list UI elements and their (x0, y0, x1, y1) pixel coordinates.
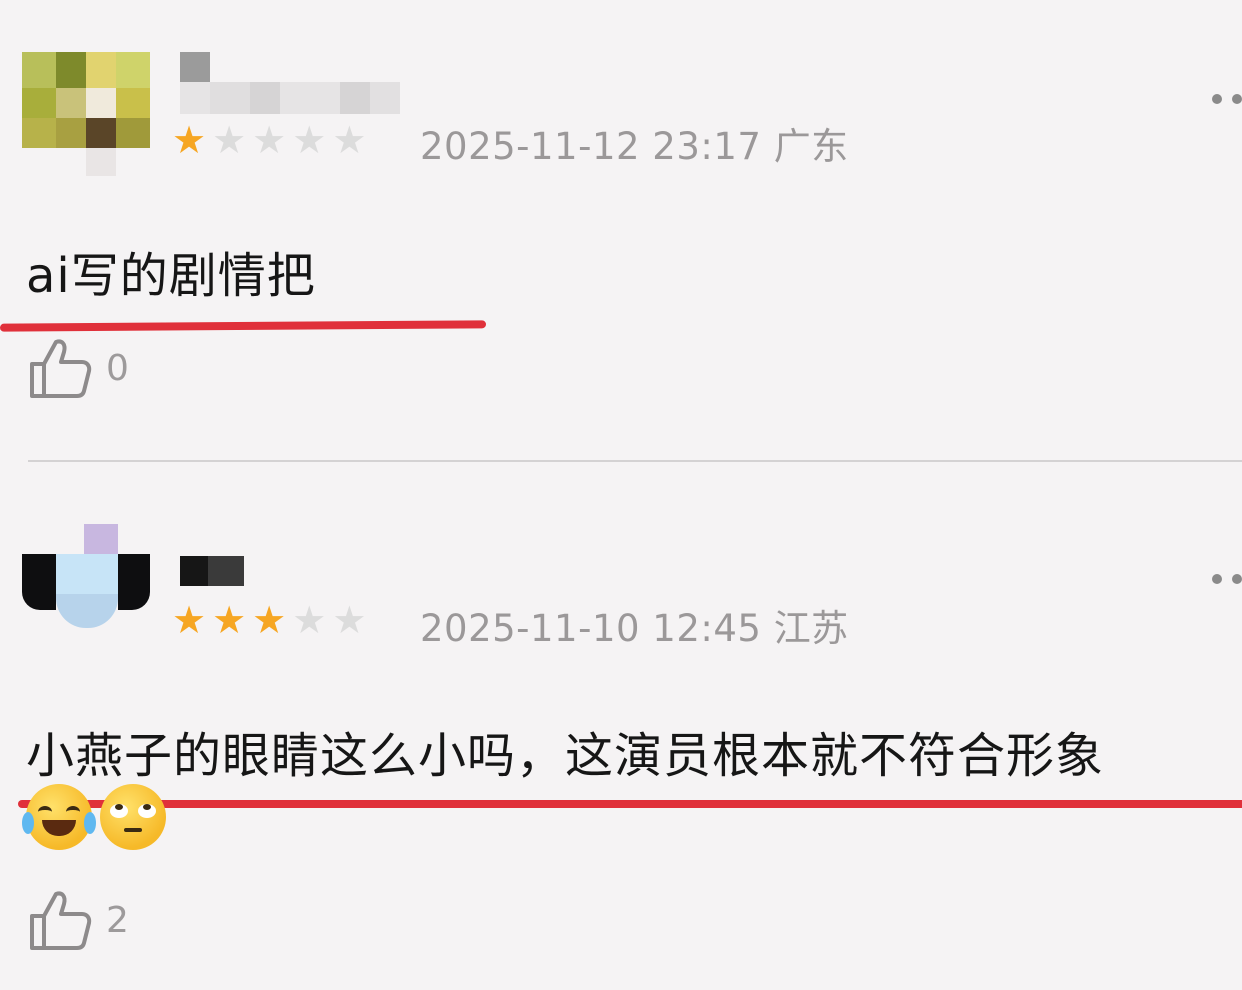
comment-item: ★ ★ ★ ★ ★ 2025-11-12 23:17 广东 ai写的剧情把 0 (0, 0, 1242, 460)
like-count: 0 (106, 347, 129, 389)
star-icon: ★ (252, 598, 287, 642)
comment-text: 小燕子的眼睛这么小吗，这演员根本就不符合形象 (26, 728, 1105, 784)
comment-meta: 2025-11-12 23:17 广东 (420, 116, 849, 170)
location: 广东 (773, 125, 849, 168)
like-count: 2 (106, 899, 129, 941)
rolling-eyes-emoji (100, 784, 166, 850)
like-button[interactable]: 0 (26, 336, 129, 400)
star-icon: ★ (172, 118, 207, 162)
thumbs-up-icon (30, 891, 92, 950)
emoji-row (22, 784, 166, 850)
timestamp: 2025-11-12 23:17 (420, 125, 762, 168)
star-icon: ★ (292, 598, 327, 642)
more-options-icon[interactable] (1212, 574, 1242, 584)
star-rating: ★ ★ ★ ★ ★ (172, 600, 366, 640)
username-redacted[interactable] (180, 556, 244, 586)
star-icon: ★ (212, 598, 247, 642)
star-icon: ★ (292, 118, 327, 162)
star-icon: ★ (172, 598, 207, 642)
laughing-crying-emoji (22, 784, 96, 850)
comment-text: ai写的剧情把 (26, 248, 316, 304)
star-icon: ★ (252, 118, 287, 162)
comment-meta: 2025-11-10 12:45 江苏 (420, 598, 849, 652)
like-button[interactable]: 2 (26, 888, 129, 952)
comment-item: ★ ★ ★ ★ ★ 2025-11-10 12:45 江苏 小燕子的眼睛这么小吗… (0, 462, 1242, 990)
avatar[interactable] (22, 524, 150, 644)
avatar[interactable] (22, 52, 150, 176)
timestamp: 2025-11-10 12:45 (420, 607, 762, 650)
username-redacted[interactable] (180, 52, 400, 118)
thumbs-up-icon (30, 339, 92, 398)
highlight-underline (0, 320, 487, 332)
star-icon: ★ (332, 598, 367, 642)
highlight-underline (18, 800, 1242, 808)
location: 江苏 (773, 607, 849, 650)
more-options-icon[interactable] (1212, 94, 1242, 104)
star-rating: ★ ★ ★ ★ ★ (172, 120, 366, 160)
star-icon: ★ (332, 118, 367, 162)
star-icon: ★ (212, 118, 247, 162)
